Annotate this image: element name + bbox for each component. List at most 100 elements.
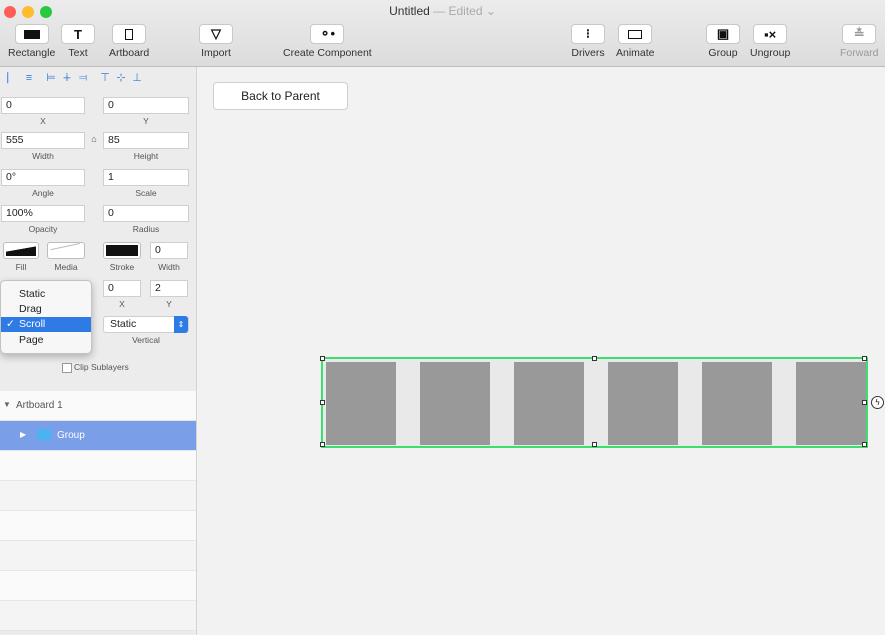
text-icon: T — [61, 24, 95, 44]
ungroup-button[interactable]: ▪× Ungroup — [750, 24, 790, 59]
layer-name: Artboard 1 — [16, 400, 63, 411]
height-caption: Height — [133, 151, 159, 161]
align-left-icon[interactable]: ⎸ — [5, 71, 21, 85]
lightning-icon[interactable]: ϟ — [871, 396, 884, 409]
text-tool-button[interactable]: T Text — [61, 24, 95, 59]
clip-sublayers-label: Clip Sublayers — [74, 362, 129, 372]
document-name: Untitled — [389, 4, 430, 18]
resize-handle-bottom-left[interactable] — [320, 442, 325, 447]
create-component-button[interactable]: ⚬• Create Component — [283, 24, 372, 59]
layers-panel: ▼ Artboard 1 ▶ Group — [0, 391, 196, 631]
import-button[interactable]: ▽ Import — [199, 24, 233, 59]
stroke-width-field[interactable]: 0 — [150, 242, 188, 259]
content-x-field[interactable]: 0 — [103, 280, 141, 297]
align-top-icon[interactable]: ⊤ — [97, 71, 113, 85]
layer-row-group[interactable]: ▶ Group — [0, 421, 196, 451]
layer-row-empty — [0, 481, 196, 511]
animate-button[interactable]: Animate — [616, 24, 655, 59]
menu-item-label: Page — [19, 334, 44, 346]
artboard-icon — [112, 24, 147, 44]
fill-swatch[interactable] — [3, 242, 39, 259]
import-icon: ▽ — [199, 24, 233, 44]
toolbar: Untitled — Edited ⌄ Rectangle T Text Art… — [0, 0, 885, 67]
fill-caption: Fill — [15, 262, 27, 272]
resize-handle-left[interactable] — [320, 400, 325, 405]
content-block[interactable] — [514, 362, 584, 445]
y-field[interactable]: 0 — [103, 97, 189, 114]
rectangle-tool-button[interactable]: Rectangle — [8, 24, 55, 59]
resize-handle-top-left[interactable] — [320, 356, 325, 361]
vertical-select[interactable]: Static ⇕ — [103, 316, 189, 333]
x-field[interactable]: 0 — [1, 97, 85, 114]
artboard-tool-button[interactable]: Artboard — [109, 24, 149, 59]
width-caption: Width — [32, 151, 54, 161]
align-middle-icon[interactable]: ⊹ — [113, 71, 129, 85]
clip-sublayers-checkbox[interactable] — [62, 363, 72, 373]
menu-item-static[interactable]: Static — [1, 287, 91, 302]
menu-item-label: Drag — [19, 303, 42, 315]
scroll-group-selection[interactable] — [321, 357, 868, 448]
scale-caption: Scale — [135, 188, 157, 198]
distribute-right-icon[interactable]: ⫤ — [75, 71, 91, 85]
layer-name: Group — [57, 430, 85, 441]
resize-handle-bottom-right[interactable] — [862, 442, 867, 447]
ungroup-label: Ungroup — [750, 47, 791, 59]
content-block[interactable] — [326, 362, 396, 445]
align-center-horizontal-icon[interactable]: ≡ — [21, 71, 37, 85]
alignment-toolbar: ⎸ ≡ ⊨ ∔ ⫤ ⊤ ⊹ ⊥ — [0, 67, 196, 89]
vertical-caption: Vertical — [132, 335, 160, 345]
rectangle-label: Rectangle — [8, 47, 56, 59]
media-caption: Media — [54, 262, 78, 272]
align-right-icon[interactable]: ⊨ — [43, 71, 59, 85]
back-to-parent-button[interactable]: Back to Parent — [213, 82, 348, 110]
drivers-label: Drivers — [571, 47, 605, 59]
canvas[interactable] — [197, 67, 885, 635]
opacity-field[interactable]: 100% — [1, 205, 85, 222]
edited-status: — Edited ⌄ — [433, 4, 496, 18]
drivers-icon: ⁝ — [571, 24, 605, 44]
radius-field[interactable]: 0 — [103, 205, 189, 222]
resize-handle-top-right[interactable] — [862, 356, 867, 361]
angle-field[interactable]: 0° — [1, 169, 85, 186]
layer-row-empty — [0, 571, 196, 601]
content-y-field[interactable]: 2 — [150, 280, 188, 297]
menu-item-scroll[interactable]: ✓ Scroll — [1, 317, 91, 332]
scale-field[interactable]: 1 — [103, 169, 189, 186]
forward-button[interactable]: ≛ Forward — [840, 24, 879, 59]
layer-row-artboard[interactable]: ▼ Artboard 1 — [0, 391, 196, 421]
ungroup-icon: ▪× — [753, 24, 788, 44]
resize-handle-bottom[interactable] — [592, 442, 597, 447]
media-swatch[interactable] — [47, 242, 85, 260]
resize-handle-top[interactable] — [592, 356, 597, 361]
disclosure-right-icon[interactable]: ▶ — [20, 430, 26, 439]
distribute-horizontal-icon[interactable]: ∔ — [59, 71, 75, 85]
chevron-updown-icon: ⇕ — [174, 316, 188, 333]
width-field[interactable]: 555 — [1, 132, 85, 149]
content-x-caption: X — [119, 299, 125, 309]
layer-row-empty — [0, 541, 196, 571]
radius-caption: Radius — [132, 224, 160, 234]
forward-label: Forward — [840, 47, 879, 59]
content-block[interactable] — [420, 362, 490, 445]
content-block[interactable] — [608, 362, 678, 445]
menu-item-page[interactable]: Page — [1, 333, 91, 348]
menu-item-drag[interactable]: Drag — [1, 302, 91, 317]
disclosure-down-icon[interactable]: ▼ — [3, 400, 11, 409]
stroke-swatch[interactable] — [103, 242, 141, 259]
menu-item-label: Scroll — [19, 318, 46, 330]
drivers-button[interactable]: ⁝ Drivers — [571, 24, 605, 59]
text-label: Text — [68, 47, 88, 59]
artboard-label: Artboard — [109, 47, 150, 59]
height-field[interactable]: 85 — [103, 132, 189, 149]
angle-caption: Angle — [32, 188, 54, 198]
animate-label: Animate — [616, 47, 655, 59]
x-caption: X — [40, 116, 46, 126]
lock-icon[interactable]: ⌂ — [88, 134, 100, 144]
stroke-caption: Stroke — [109, 262, 135, 272]
behavior-menu: Static Drag ✓ Scroll Page — [0, 280, 92, 354]
content-block[interactable] — [796, 362, 866, 445]
group-button[interactable]: ▣ Group — [706, 24, 740, 59]
content-block[interactable] — [702, 362, 772, 445]
align-bottom-icon[interactable]: ⊥ — [129, 71, 145, 85]
resize-handle-right[interactable] — [862, 400, 867, 405]
